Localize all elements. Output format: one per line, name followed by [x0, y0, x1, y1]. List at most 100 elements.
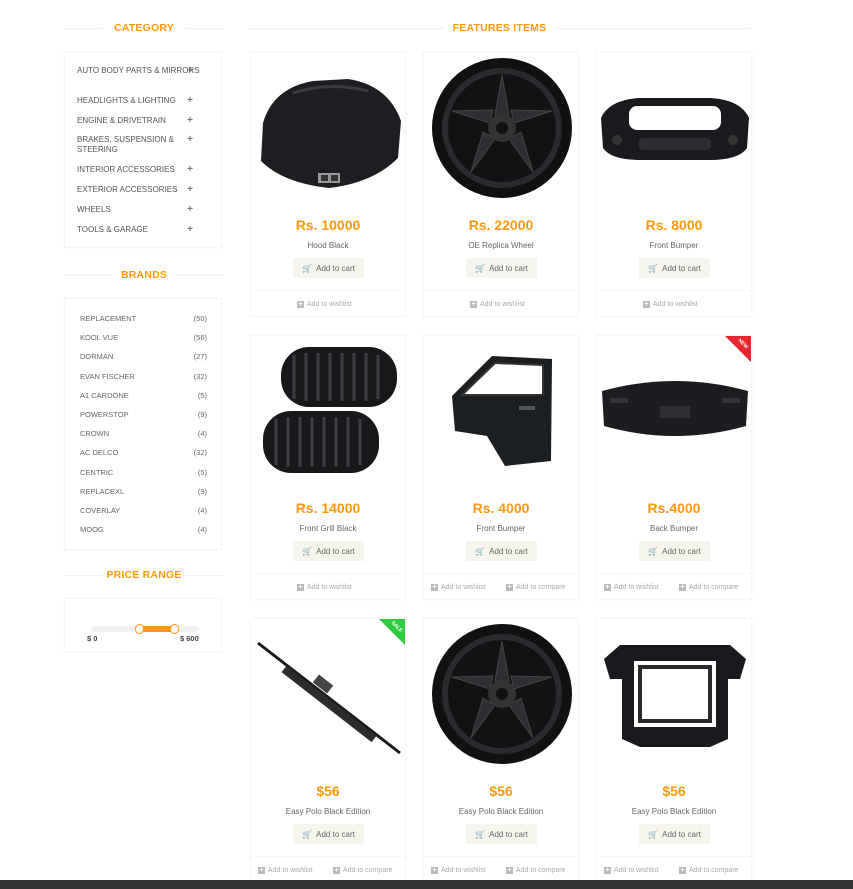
brand-item[interactable]: MOOG (4) [80, 525, 207, 534]
cart-icon: 🛒 [302, 546, 313, 556]
brand-item[interactable]: AC DELCO (32) [80, 448, 207, 457]
product-card[interactable]: Rs. 4000 Front Bumper 🛒 Add to cart + Add to … [423, 335, 579, 600]
add-to-wishlist-link[interactable]: + Add to wishlist [297, 584, 352, 591]
category-item[interactable]: HEADLIGHTS & LIGHTING + [77, 96, 209, 106]
cart-icon: 🛒 [475, 829, 486, 839]
product-card[interactable]: $56 Easy Polo Black Edition 🛒 Add to cart + A… [423, 618, 579, 883]
brand-item[interactable]: DORMAN (27) [80, 352, 207, 361]
plus-square-icon: + [297, 584, 304, 591]
category-item[interactable]: INTERIOR ACCESSORIES + [77, 165, 209, 175]
brand-item[interactable]: CENTRIC (5) [80, 468, 207, 477]
plus-icon[interactable]: + [187, 116, 193, 126]
add-to-cart-button[interactable]: 🛒 Add to cart [293, 258, 364, 278]
plus-square-icon: + [470, 301, 477, 308]
brand-item[interactable]: REPLACEXL (9) [80, 487, 207, 496]
add-to-cart-button[interactable]: 🛒 Add to cart [466, 541, 537, 561]
add-to-cart-label: Add to cart [316, 829, 355, 839]
add-to-wishlist-link[interactable]: + Add to wishlist [470, 301, 525, 308]
brand-item[interactable]: CROWN (4) [80, 429, 207, 438]
price-slider-max-handle[interactable] [170, 624, 179, 634]
plus-icon[interactable]: + [187, 96, 193, 106]
brand-item[interactable]: REPLACEMENT (50) [80, 314, 207, 323]
plus-icon[interactable]: + [187, 185, 193, 195]
add-to-wishlist-link[interactable]: + Add to wishlist [258, 867, 313, 874]
features-items-title-text: FEATURES ITEMS [452, 22, 547, 34]
category-item[interactable]: BRAKES, SUSPENSION & STEERING + [77, 135, 209, 155]
category-item[interactable]: EXTERIOR ACCESSORIES + [77, 185, 209, 195]
add-to-cart-button[interactable]: 🛒 Add to cart [639, 258, 710, 278]
plus-icon[interactable]: + [187, 66, 193, 76]
add-to-compare-link[interactable]: + Add to compare [506, 867, 565, 874]
brand-item[interactable]: COVERLAY (4) [80, 506, 207, 515]
brand-count: (4) [197, 506, 207, 515]
brand-item[interactable]: KOOL VUE (56) [80, 333, 207, 342]
product-card[interactable]: Rs. 22000 OE Replica Wheel 🛒 Add to cart + Ad… [423, 52, 579, 317]
price-range-panel: $ 0 $ 600 [64, 598, 222, 652]
price-slider-min-handle[interactable] [135, 624, 144, 634]
product-card[interactable]: $56 Easy Polo Black Edition 🛒 Add to cart + A… [596, 618, 752, 883]
brand-item[interactable]: POWERSTOP (9) [80, 410, 207, 419]
brand-count: (9) [197, 410, 207, 419]
add-to-compare-link[interactable]: + Add to compare [333, 867, 392, 874]
brand-count: (5) [197, 467, 207, 477]
add-to-wishlist-link[interactable]: + Add to wishlist [604, 584, 659, 591]
plus-square-icon: + [506, 584, 513, 591]
category-item[interactable]: ENGINE & DRIVETRAIN + [77, 116, 209, 126]
add-to-cart-button[interactable]: 🛒 Add to cart [293, 824, 364, 844]
compare-label: Add to compare [516, 584, 566, 591]
add-to-cart-button[interactable]: 🛒 Add to cart [293, 541, 364, 561]
product-image[interactable] [251, 53, 405, 203]
add-to-cart-button[interactable]: 🛒 Add to cart [466, 824, 537, 844]
product-image[interactable] [597, 53, 751, 203]
add-to-compare-link[interactable]: + Add to compare [506, 584, 565, 591]
add-to-cart-label: Add to cart [489, 546, 528, 556]
add-to-cart-button[interactable]: 🛒 Add to cart [639, 541, 710, 561]
product-card[interactable]: NEW Rs.4000 Back Bumper 🛒 Add to cart + Add to… [596, 335, 752, 600]
add-to-compare-link[interactable]: + Add to compare [679, 867, 738, 874]
product-footer: + Add to wishlist + Add to compare [597, 856, 751, 882]
product-name: Easy Polo Black Edition [285, 807, 371, 816]
product-image[interactable] [424, 53, 578, 203]
wishlist-label: Add to wishlist [268, 867, 313, 874]
product-footer: + Add to wishlist + Add to compare [424, 856, 578, 882]
add-to-wishlist-link[interactable]: + Add to wishlist [604, 867, 659, 874]
product-image[interactable] [424, 619, 578, 769]
price-slider[interactable] [91, 624, 199, 634]
add-to-wishlist-link[interactable]: + Add to wishlist [431, 867, 486, 874]
brand-count: (4) [197, 429, 207, 439]
category-item[interactable]: AUTO BODY PARTS & MIRRORS + [77, 66, 209, 76]
add-to-cart-label: Add to cart [662, 263, 701, 273]
add-to-wishlist-link[interactable]: + Add to wishlist [431, 584, 486, 591]
brand-count: (5) [197, 390, 207, 400]
price-range-title-text: PRICE RANGE [106, 569, 182, 581]
product-image[interactable] [251, 336, 405, 486]
brands-panel: REPLACEMENT (50) KOOL VUE (56) DORMAN (27) EVA… [64, 298, 222, 550]
category-title-text: CATEGORY [114, 22, 174, 34]
product-card[interactable]: Rs. 14000 Front Grill Black 🛒 Add to cart + A… [250, 335, 406, 600]
product-image[interactable] [424, 336, 578, 486]
brand-item[interactable]: EVAN FISCHER (32) [80, 372, 207, 381]
add-to-wishlist-link[interactable]: + Add to wishlist [297, 301, 352, 308]
plus-icon[interactable]: + [187, 205, 193, 215]
category-item[interactable]: TOOLS & GARAGE + [77, 225, 209, 235]
add-to-cart-button[interactable]: 🛒 Add to cart [639, 824, 710, 844]
brand-count: (56) [193, 333, 207, 343]
product-card[interactable]: Rs. 10000 Hood Black 🛒 Add to cart + Add to w… [250, 52, 406, 317]
category-item[interactable]: WHEELS + [77, 205, 209, 215]
wishlist-label: Add to wishlist [307, 584, 352, 591]
product-card[interactable]: SALE $56 Easy Polo Black Edition 🛒 Add to ca… [250, 618, 406, 883]
plus-icon[interactable]: + [187, 135, 193, 145]
add-to-cart-button[interactable]: 🛒 Add to cart [466, 258, 537, 278]
brand-count: (27) [193, 352, 207, 362]
product-image[interactable] [597, 619, 751, 769]
category-title: CATEGORY [64, 22, 224, 34]
brand-item[interactable]: A1 CARDONE (5) [80, 391, 207, 400]
plus-icon[interactable]: + [187, 165, 193, 175]
product-card[interactable]: Rs. 8000 Front Bumper 🛒 Add to cart + Add to … [596, 52, 752, 317]
brands-title: BRANDS [64, 269, 224, 281]
add-to-wishlist-link[interactable]: + Add to wishlist [643, 301, 698, 308]
wishlist-label: Add to wishlist [441, 584, 486, 591]
product-name: Easy Polo Black Edition [458, 807, 544, 816]
add-to-compare-link[interactable]: + Add to compare [679, 584, 738, 591]
plus-icon[interactable]: + [187, 225, 193, 235]
